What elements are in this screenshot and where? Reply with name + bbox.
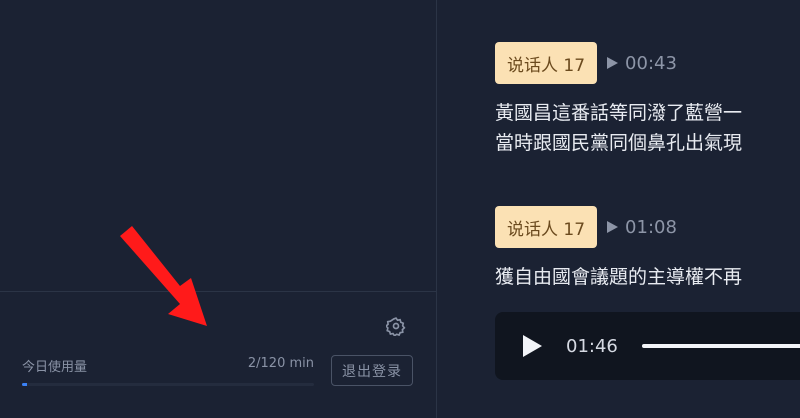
left-panel: 今日使用量 2/120 min 退出登录 [0, 0, 437, 418]
segment-line: 獲自由國會議題的主導權不再 [495, 266, 743, 288]
play-icon[interactable] [523, 335, 542, 357]
audio-player: 01:46 [495, 312, 800, 380]
usage-progress-bar [22, 383, 314, 386]
transcript-segment: 说话人 17 01:08 獲自由國會議題的主導權不再 [495, 206, 742, 292]
player-progress-bar[interactable] [641, 344, 800, 348]
speaker-tag[interactable]: 说话人 17 [495, 42, 598, 84]
segment-timestamp: 00:43 [625, 52, 677, 74]
player-current-time: 01:46 [566, 335, 618, 357]
settings-button[interactable] [385, 315, 407, 337]
segment-timestamp: 01:08 [625, 216, 677, 238]
usage-value: 2/120 min [247, 356, 314, 371]
speaker-tag[interactable]: 说话人 17 [495, 206, 598, 248]
segment-line: 黃國昌這番話等同潑了藍營一 [495, 102, 743, 124]
app-window: 今日使用量 2/120 min 退出登录 说话人 17 00:43 黃國昌這番話… [0, 0, 800, 418]
segment-header: 说话人 17 00:43 [495, 42, 742, 84]
segment-text: 黃國昌這番話等同潑了藍營一 當時跟國民黨同個鼻孔出氣現 [495, 98, 742, 158]
play-icon [607, 221, 619, 233]
segment-timestamp-button[interactable]: 00:43 [607, 53, 677, 74]
usage-progress-fill [22, 383, 27, 386]
transcript-segment: 说话人 17 00:43 黃國昌這番話等同潑了藍營一 當時跟國民黨同個鼻孔出氣現 [495, 42, 742, 158]
gear-icon [386, 317, 406, 336]
play-icon [607, 57, 619, 69]
segment-line: 當時跟國民黨同個鼻孔出氣現 [495, 132, 743, 154]
segment-text: 獲自由國會議題的主導權不再 [495, 262, 742, 292]
transcript-panel: 说话人 17 00:43 黃國昌這番話等同潑了藍營一 當時跟國民黨同個鼻孔出氣現… [438, 0, 800, 418]
segment-timestamp-button[interactable]: 01:08 [607, 217, 677, 238]
logout-button[interactable]: 退出登录 [331, 355, 413, 386]
segment-header: 说话人 17 01:08 [495, 206, 742, 248]
usage-label: 今日使用量 [22, 360, 88, 375]
